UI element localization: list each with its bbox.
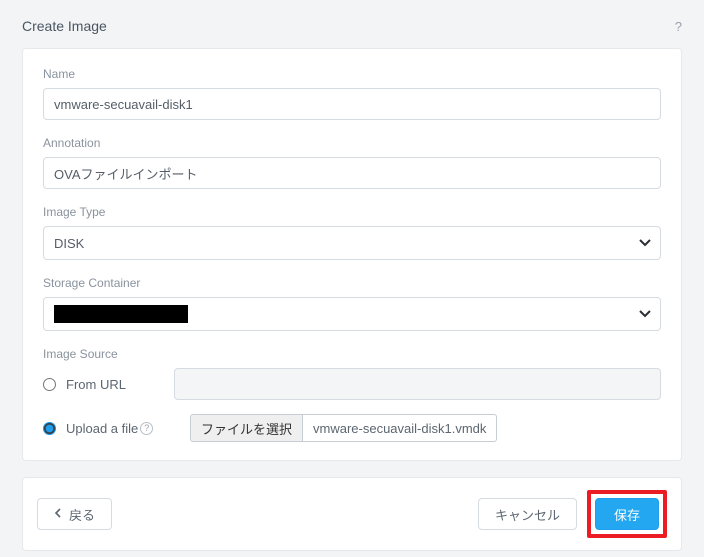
upload-file-radio[interactable]: [43, 422, 56, 435]
field-annotation: Annotation: [43, 136, 661, 189]
image-source-label: Image Source: [43, 347, 661, 361]
annotation-input[interactable]: [43, 157, 661, 189]
name-input[interactable]: [43, 88, 661, 120]
source-from-url-row: From URL: [43, 368, 661, 400]
help-icon[interactable]: ?: [140, 422, 153, 435]
field-image-source: Image Source From URL Upload a file ? ファ…: [43, 347, 661, 442]
footer-bar: 戻る キャンセル 保存: [22, 477, 682, 551]
page-title: Create Image: [22, 18, 107, 34]
help-icon[interactable]: ?: [675, 19, 682, 34]
storage-container-selected: [54, 305, 188, 323]
chosen-file-name: vmware-secuavail-disk1.vmdk: [303, 421, 496, 436]
upload-file-label: Upload a file: [66, 421, 138, 436]
from-url-input[interactable]: [174, 368, 661, 400]
name-label: Name: [43, 67, 661, 81]
storage-container-select[interactable]: [43, 297, 661, 331]
save-highlight-box: 保存: [587, 490, 667, 538]
save-button[interactable]: 保存: [595, 498, 659, 530]
image-type-select[interactable]: DISK: [43, 226, 661, 260]
annotation-label: Annotation: [43, 136, 661, 150]
storage-container-label: Storage Container: [43, 276, 661, 290]
back-button[interactable]: 戻る: [37, 498, 112, 530]
cancel-button[interactable]: キャンセル: [478, 498, 577, 530]
image-type-label: Image Type: [43, 205, 661, 219]
back-label: 戻る: [69, 505, 95, 524]
form-panel: Name Annotation Image Type DISK Storage …: [22, 48, 682, 461]
source-upload-row: Upload a file ? ファイルを選択 vmware-secuavail…: [43, 414, 661, 442]
from-url-label: From URL: [66, 377, 174, 392]
chevron-left-icon: [54, 508, 61, 521]
field-name: Name: [43, 67, 661, 120]
field-storage-container: Storage Container: [43, 276, 661, 331]
modal-header: Create Image ?: [0, 0, 704, 48]
choose-file-button[interactable]: ファイルを選択: [191, 415, 303, 441]
file-chooser: ファイルを選択 vmware-secuavail-disk1.vmdk: [190, 414, 497, 442]
image-type-selected: DISK: [54, 236, 84, 251]
from-url-radio[interactable]: [43, 378, 56, 391]
field-image-type: Image Type DISK: [43, 205, 661, 260]
